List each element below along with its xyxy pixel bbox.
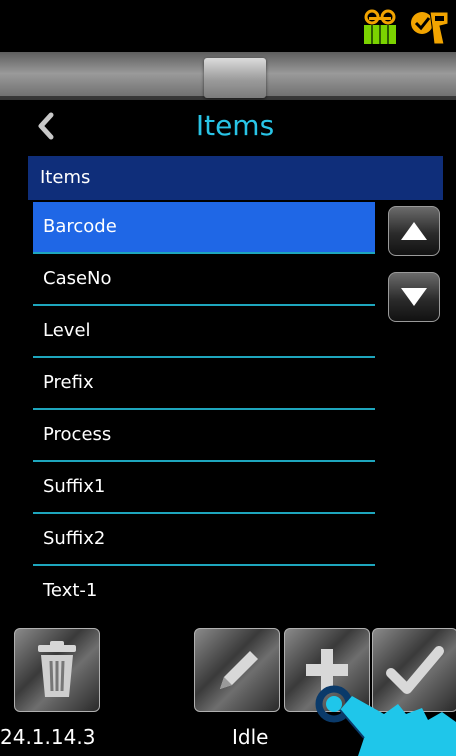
version-text: 24.1.14.3 bbox=[0, 725, 96, 749]
back-button[interactable] bbox=[28, 104, 64, 148]
trash-icon bbox=[38, 641, 76, 697]
triangle-down-icon bbox=[401, 288, 427, 306]
status-icons bbox=[360, 8, 450, 46]
list-item-caseno[interactable]: CaseNo bbox=[33, 254, 375, 306]
list-item-suffix2[interactable]: Suffix2 bbox=[33, 514, 375, 566]
drag-handle-knob[interactable] bbox=[204, 58, 266, 98]
list-item-process[interactable]: Process bbox=[33, 410, 375, 462]
list-item-level[interactable]: Level bbox=[33, 306, 375, 358]
list-item-text-1[interactable]: Text-1 bbox=[33, 566, 375, 618]
list-item-barcode[interactable]: Barcode bbox=[33, 202, 375, 254]
list-item-suffix1[interactable]: Suffix1 bbox=[33, 462, 375, 514]
scroll-down-button[interactable] bbox=[388, 272, 440, 322]
list-header: Items bbox=[28, 156, 443, 200]
chevron-left-icon bbox=[38, 112, 54, 140]
delete-button[interactable] bbox=[14, 628, 100, 712]
status-bar bbox=[0, 0, 456, 52]
page-title: Items bbox=[195, 109, 275, 142]
pointing-hand-icon bbox=[315, 685, 456, 756]
items-list: Barcode CaseNo Level Prefix Process Suff… bbox=[33, 202, 375, 618]
list-item-prefix[interactable]: Prefix bbox=[33, 358, 375, 410]
scroll-up-button[interactable] bbox=[388, 206, 440, 256]
tape-reel-icon bbox=[364, 9, 396, 44]
triangle-up-icon bbox=[401, 222, 427, 240]
edit-button[interactable] bbox=[194, 628, 280, 712]
pencil-icon bbox=[220, 651, 258, 689]
handheld-scanner-check-icon bbox=[411, 11, 449, 45]
